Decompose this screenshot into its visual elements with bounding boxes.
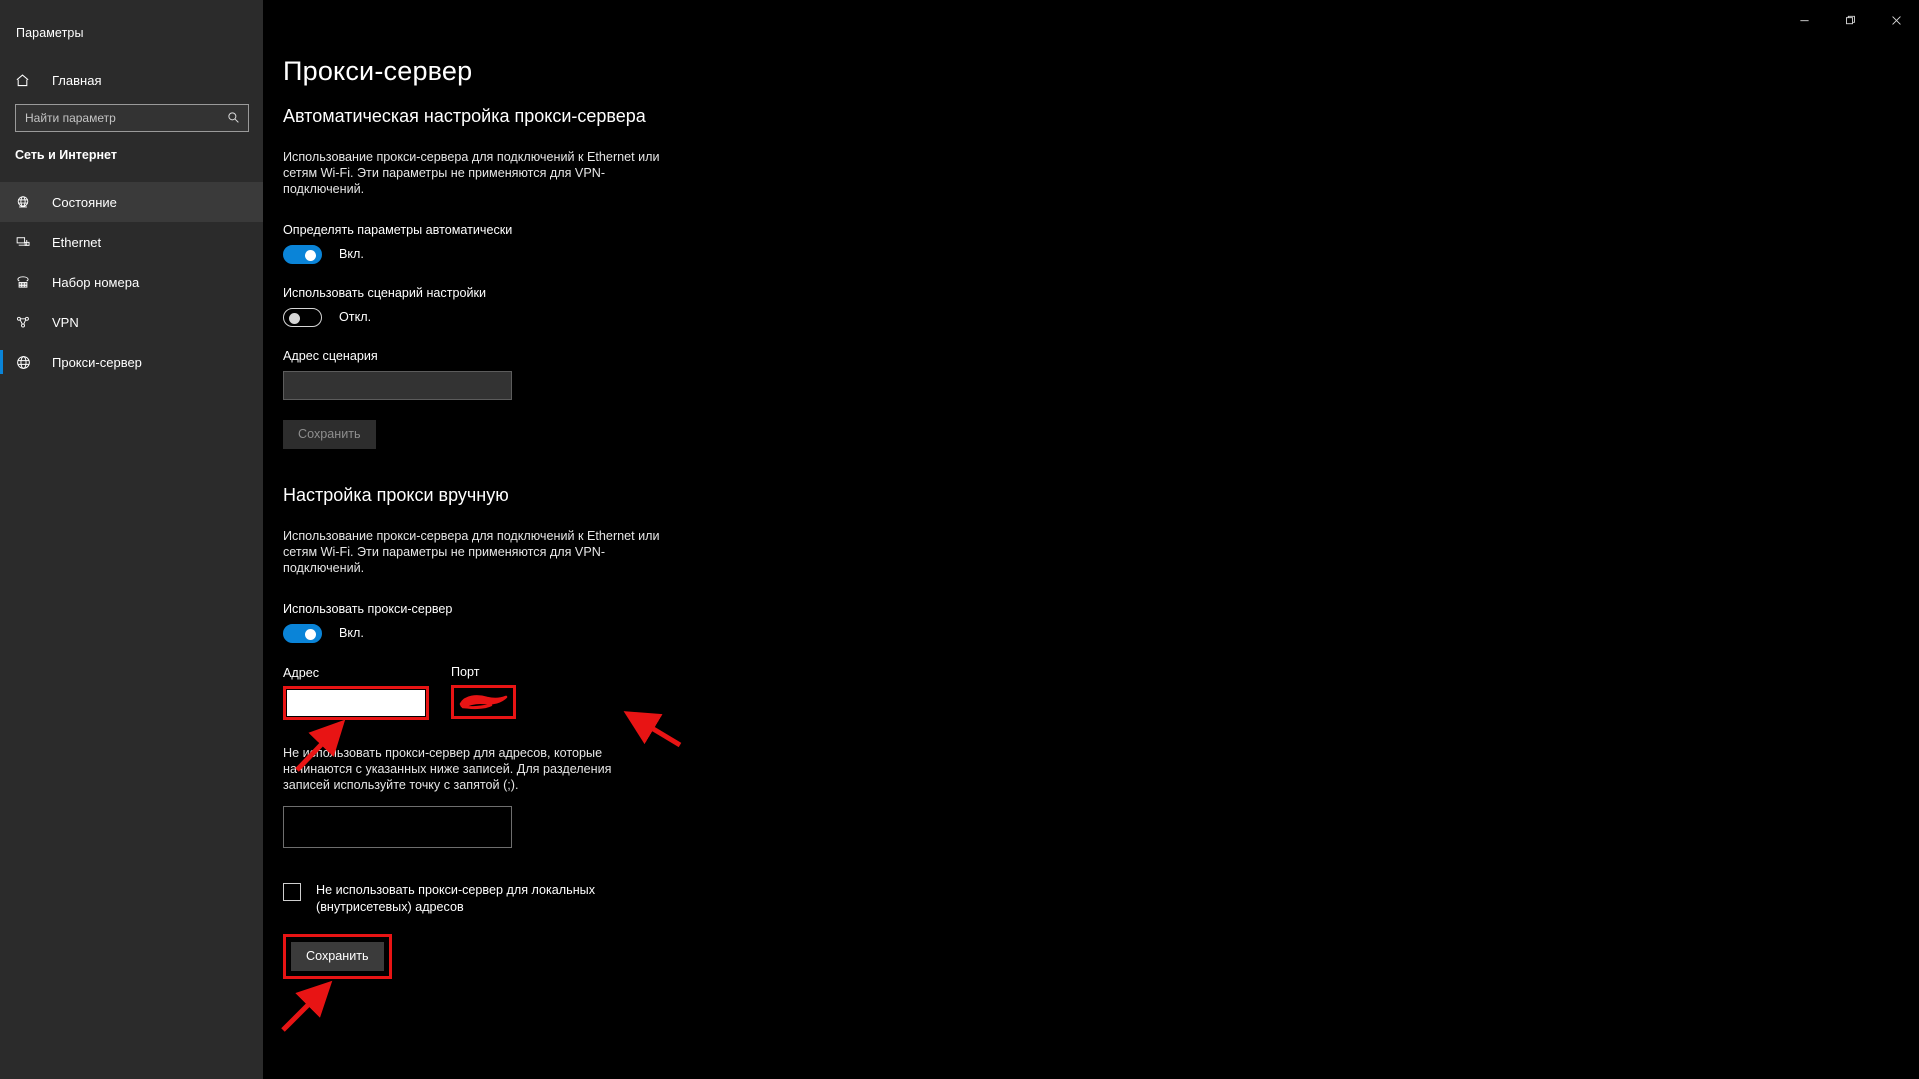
- home-icon: [15, 73, 35, 88]
- use-script-state: Откл.: [339, 310, 372, 325]
- sidebar-item-ethernet[interactable]: Ethernet: [0, 222, 263, 262]
- dialup-phone-icon: [15, 274, 35, 290]
- use-script-toggle-row: Откл.: [283, 307, 983, 327]
- port-redaction-scribble: [459, 695, 508, 709]
- address-port-row: Адрес Порт: [283, 665, 983, 720]
- sidebar-nav: Состояние Ethernet Набор номера VPN Прок…: [0, 182, 263, 382]
- auto-save-button[interactable]: Сохранить: [283, 419, 376, 449]
- manual-save-button[interactable]: Сохранить: [291, 941, 384, 971]
- use-script-label: Использовать сценарий настройки: [283, 285, 487, 300]
- settings-window: Главная Сеть и Интернет: [0, 0, 1919, 1079]
- window-controls: [1781, 0, 1919, 40]
- sidebar-item-vpn[interactable]: VPN: [0, 302, 263, 342]
- address-column: Адрес: [283, 666, 429, 720]
- proxy-settings-panel: Прокси-сервер Автоматическая настройка п…: [283, 56, 983, 979]
- port-highlight-annotation: [451, 684, 516, 719]
- toggle-knob: [305, 249, 316, 261]
- search-container: [15, 104, 249, 132]
- auto-setup-description: Использование прокси-сервера для подключ…: [283, 150, 660, 196]
- maximize-icon[interactable]: [1827, 0, 1873, 40]
- minimize-icon[interactable]: [1781, 0, 1827, 40]
- search-box[interactable]: [15, 104, 249, 132]
- manual-setup-description: Использование прокси-сервера для подключ…: [283, 528, 660, 575]
- sidebar-home-label: Главная: [52, 72, 102, 88]
- toggle-knob: [289, 312, 300, 324]
- use-script-toggle[interactable]: [283, 307, 322, 327]
- auto-detect-toggle-row: Вкл.: [283, 244, 983, 264]
- title-bar: Параметры: [0, 0, 1919, 52]
- manual-setup-heading: Настройка прокси вручную: [283, 484, 509, 505]
- exceptions-description: Не использовать прокси-сервер для адресо…: [283, 745, 612, 792]
- globe-status-icon: [15, 194, 35, 210]
- proxy-address-input[interactable]: [287, 689, 425, 716]
- sidebar-item-home[interactable]: Главная: [0, 66, 263, 94]
- script-address-label: Адрес сценария: [283, 348, 378, 363]
- manual-save-highlight-annotation: Сохранить: [283, 933, 392, 979]
- address-highlight-annotation: [283, 685, 429, 720]
- sidebar-item-proxy[interactable]: Прокси-сервер: [0, 342, 263, 382]
- search-icon[interactable]: [227, 111, 240, 129]
- globe-proxy-icon: [15, 354, 35, 371]
- local-bypass-label: Не использовать прокси-сервер для локаль…: [316, 882, 596, 914]
- sidebar-item-ethernet-label: Ethernet: [52, 234, 102, 250]
- sidebar-item-dialup-label: Набор номера: [52, 274, 140, 290]
- port-label: Порт: [451, 664, 480, 679]
- page-title: Прокси-сервер: [283, 56, 473, 86]
- port-column: Порт: [451, 665, 516, 720]
- auto-detect-toggle[interactable]: [283, 244, 322, 264]
- main-content: Прокси-сервер Автоматическая настройка п…: [263, 0, 1919, 1079]
- use-proxy-toggle[interactable]: [283, 623, 322, 643]
- script-address-input[interactable]: [283, 370, 512, 400]
- local-bypass-row[interactable]: Не использовать прокси-сервер для локаль…: [283, 882, 983, 916]
- local-bypass-checkbox[interactable]: [283, 882, 301, 901]
- sidebar-category-label: Сеть и Интернет: [15, 148, 117, 162]
- proxy-port-input[interactable]: [455, 688, 512, 715]
- use-proxy-toggle-row: Вкл.: [283, 623, 983, 643]
- toggle-knob: [305, 628, 316, 640]
- auto-detect-label: Определять параметры автоматически: [283, 222, 513, 237]
- app-title: Параметры: [16, 26, 84, 40]
- search-input[interactable]: [16, 105, 216, 131]
- close-icon[interactable]: [1873, 0, 1919, 40]
- sidebar-item-status[interactable]: Состояние: [0, 182, 263, 222]
- sidebar-item-vpn-label: VPN: [52, 314, 79, 330]
- sidebar-item-proxy-label: Прокси-сервер: [52, 354, 142, 370]
- auto-setup-heading: Автоматическая настройка прокси-сервера: [283, 106, 646, 126]
- proxy-exceptions-textarea[interactable]: [283, 805, 512, 848]
- use-proxy-label: Использовать прокси-сервер: [283, 601, 453, 616]
- auto-detect-state: Вкл.: [339, 247, 364, 262]
- address-label: Адрес: [283, 665, 320, 680]
- sidebar-item-status-label: Состояние: [52, 194, 117, 210]
- ethernet-icon: [15, 234, 35, 250]
- vpn-icon: [15, 314, 35, 330]
- use-proxy-state: Вкл.: [339, 626, 364, 641]
- sidebar-item-dialup[interactable]: Набор номера: [0, 262, 263, 302]
- sidebar: Главная Сеть и Интернет: [0, 0, 263, 1079]
